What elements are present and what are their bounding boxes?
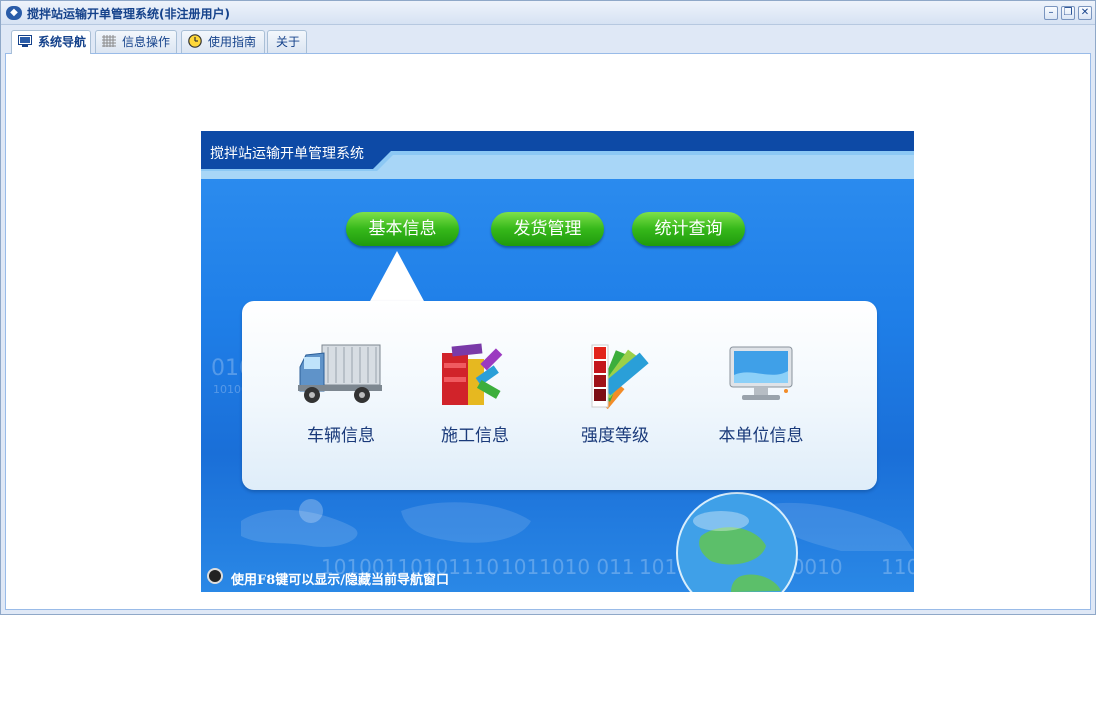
item-label: 本单位信息 <box>718 426 804 446</box>
hint-text: 使用F8键可以显示/隐藏当前导航窗口 <box>231 573 450 588</box>
close-icon: ✕ <box>1080 7 1090 18</box>
monitor-icon <box>729 346 793 400</box>
minimize-icon: – <box>1048 7 1054 18</box>
item-company-info[interactable]: 本单位信息 <box>701 341 821 446</box>
clock-icon <box>188 34 202 48</box>
truck-icon <box>298 344 382 403</box>
item-label: 车辆信息 <box>307 426 375 446</box>
window-title: 搅拌站运输开单管理系统(非注册用户) <box>27 7 230 21</box>
restore-icon: ❐ <box>1063 7 1073 18</box>
basic-info-panel: 车辆信息 施工信息 强度等级 本单位信息 <box>242 301 877 490</box>
close-button[interactable]: ✕ <box>1078 6 1092 20</box>
tab-label: 使用指南 <box>208 35 257 49</box>
minimize-button[interactable]: – <box>1044 6 1058 20</box>
item-strength-grade[interactable]: 强度等级 <box>555 341 675 446</box>
tab-label: 关于 <box>276 35 301 49</box>
item-label: 施工信息 <box>441 426 509 446</box>
title-bar[interactable]: ◆ 搅拌站运输开单管理系统(非注册用户) – ❐ ✕ <box>1 1 1095 25</box>
grid-icon <box>102 35 116 47</box>
item-vehicle-info[interactable]: 车辆信息 <box>281 341 401 446</box>
navigation-banner: 搅拌站运输开单管理系统 010 10100 10100110101110 101… <box>201 131 914 592</box>
item-label: 强度等级 <box>581 426 649 446</box>
banner-title: 搅拌站运输开单管理系统 <box>210 146 364 162</box>
nav-button-basic-info[interactable]: 基本信息 <box>346 212 459 246</box>
nav-button-shipping-management[interactable]: 发货管理 <box>491 212 604 246</box>
nav-button-statistics-query[interactable]: 统计查询 <box>632 212 745 246</box>
tab-label: 信息操作 <box>122 35 171 49</box>
status-strip <box>5 610 1091 614</box>
tab-label: 系统导航 <box>38 35 87 49</box>
monitor-icon <box>18 35 32 47</box>
tab-about[interactable]: 关于 <box>267 30 307 53</box>
panel-pointer <box>369 251 425 303</box>
tab-system-navigation[interactable]: 系统导航 <box>11 30 91 54</box>
app-icon: ◆ <box>6 6 22 20</box>
color-swatch-icon <box>591 344 649 410</box>
tab-bar: 系统导航 信息操作 使用指南 关于 <box>5 28 1091 54</box>
disc-icon <box>207 568 223 584</box>
tab-info-operation[interactable]: 信息操作 <box>95 30 177 53</box>
tab-user-guide[interactable]: 使用指南 <box>181 30 265 53</box>
item-construction-info[interactable]: 施工信息 <box>415 341 535 446</box>
restore-button[interactable]: ❐ <box>1061 6 1075 20</box>
books-icon <box>442 343 503 405</box>
